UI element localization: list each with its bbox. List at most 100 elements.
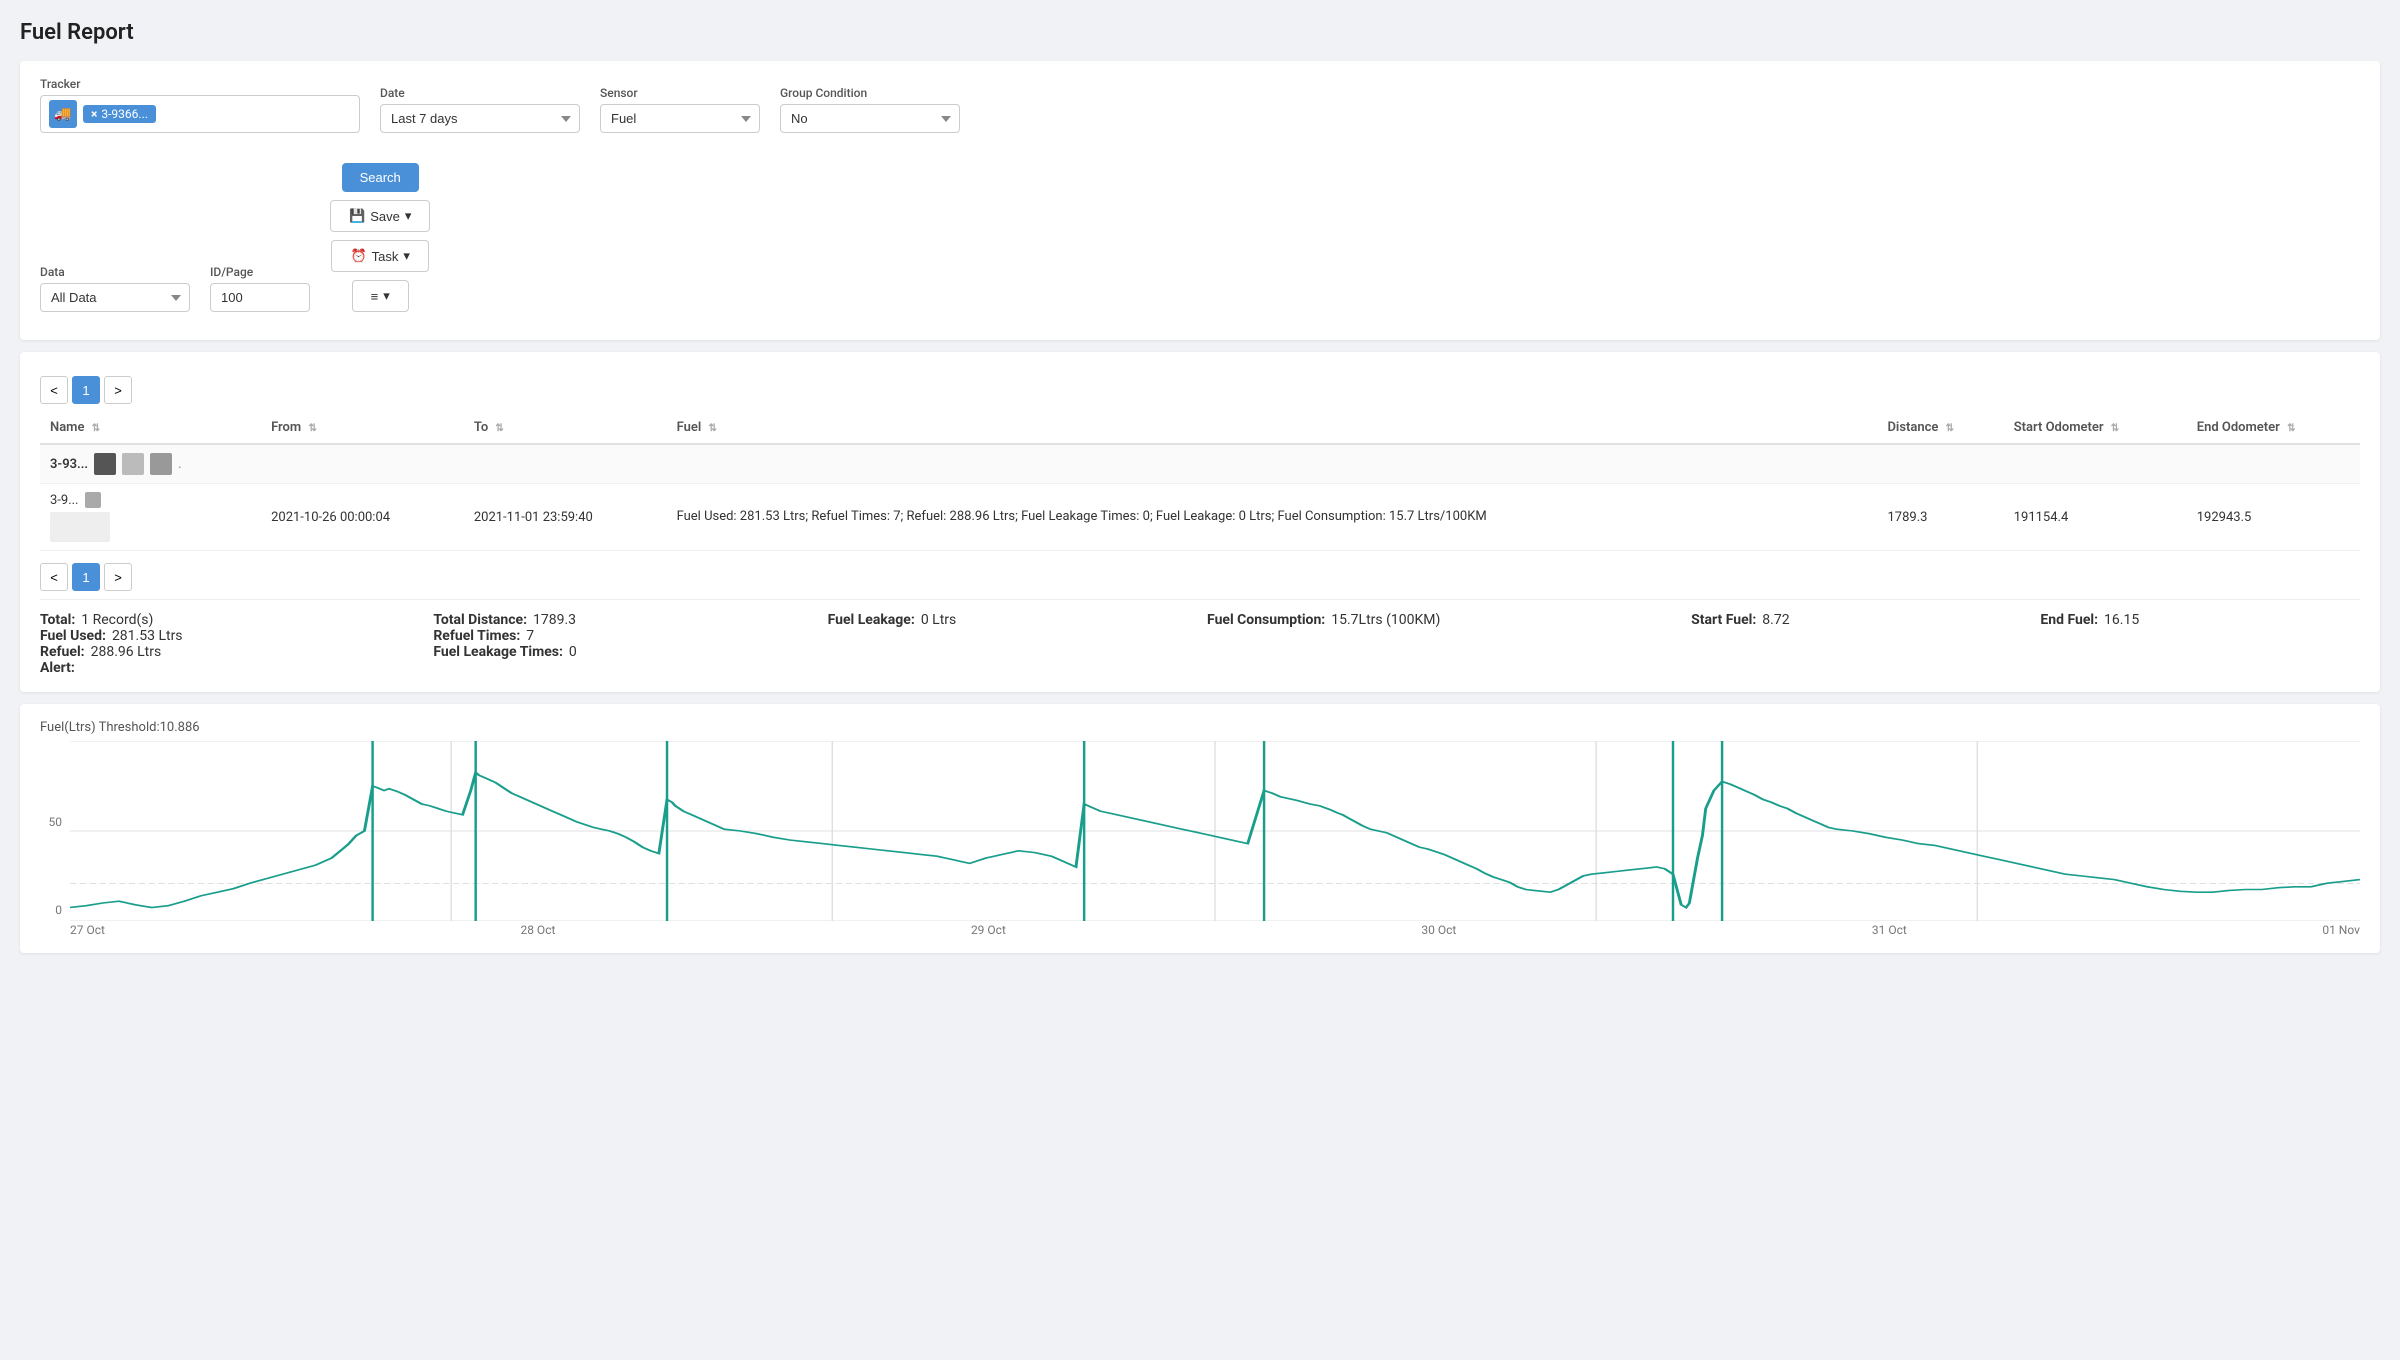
table-row: 3-9... 2021-10-26 00:00:04 2021-11-01 23…	[40, 484, 2360, 551]
page-1-btn-bottom[interactable]: 1	[72, 563, 100, 591]
summary-section: Total: 1 Record(s) Fuel Used: 281.53 Ltr…	[40, 599, 2360, 676]
save-icon: 💾	[349, 208, 365, 224]
fuel-chart-svg	[70, 741, 2360, 921]
data-filter-label: Data	[40, 265, 190, 279]
more-chevron: ▾	[383, 288, 390, 304]
y-label-0: 0	[55, 903, 62, 917]
end-fuel-row: End Fuel: 16.15	[2040, 612, 2360, 628]
refuel-value: 288.96 Ltrs	[91, 644, 162, 660]
date-label: Date	[380, 86, 580, 100]
summary-grid: Total: 1 Record(s) Fuel Used: 281.53 Ltr…	[40, 612, 2360, 676]
chart-wrapper: 50 0	[40, 741, 2360, 937]
next-page-btn[interactable]: >	[104, 376, 132, 404]
group-end-odo-cell	[2187, 444, 2360, 484]
fuel-leakage-times-label: Fuel Leakage Times:	[433, 644, 563, 660]
start-fuel-label: Start Fuel:	[1691, 612, 1756, 628]
search-button[interactable]: Search	[342, 163, 419, 192]
x-axis: 27 Oct 28 Oct 29 Oct 30 Oct 31 Oct 01 No…	[70, 921, 2360, 937]
start-fuel-row: Start Fuel: 8.72	[1691, 612, 2010, 628]
fuel-consumption-row: Fuel Consumption: 15.7Ltrs (100KM)	[1207, 612, 1661, 628]
col-to: To ⇅	[464, 412, 667, 444]
y-label-50: 50	[49, 815, 63, 829]
data-name-text: 3-9...	[50, 493, 79, 508]
data-start-odo-cell: 191154.4	[2004, 484, 2187, 551]
data-distance-cell: 1789.3	[1877, 484, 2003, 551]
id-page-input[interactable]: 100	[210, 283, 310, 312]
refuel-times-row: Refuel Times: 7	[433, 628, 797, 644]
alert-label: Alert:	[40, 660, 75, 676]
fuel-leakage-value: 0 Ltrs	[921, 612, 956, 628]
data-name-wrapper: 3-9...	[50, 492, 251, 542]
end-fuel-label: End Fuel:	[2040, 612, 2098, 628]
x-label-31oct: 31 Oct	[1872, 923, 1907, 937]
prev-page-btn[interactable]: <	[40, 376, 68, 404]
sort-icon-fuel[interactable]: ⇅	[708, 423, 716, 434]
col-fuel: Fuel ⇅	[667, 412, 1878, 444]
tracker-tag-close[interactable]: ×	[91, 107, 97, 121]
x-label-30oct: 30 Oct	[1421, 923, 1456, 937]
filters-card: Tracker 🚚 × 3-9366... Date Last 7 days T…	[20, 61, 2380, 340]
sort-icon-from[interactable]: ⇅	[308, 423, 316, 434]
table-header: Name ⇅ From ⇅ To ⇅ Fuel ⇅ Distance ⇅	[40, 412, 2360, 444]
sensor-label: Sensor	[600, 86, 760, 100]
tracker-tag[interactable]: × 3-9366...	[83, 105, 156, 123]
fuel-leakage-times-value: 0	[569, 644, 577, 660]
col-end-odo: End Odometer ⇅	[2187, 412, 2360, 444]
more-button[interactable]: ≡ ▾	[352, 280, 409, 312]
group-condition-select[interactable]: No Yes	[780, 104, 960, 133]
date-group: Date Last 7 days Today Yesterday Last 30…	[380, 86, 580, 133]
total-distance-value: 1789.3	[533, 612, 576, 628]
refuel-times-label: Refuel Times:	[433, 628, 520, 644]
refuel-times-value: 7	[526, 628, 534, 644]
id-page-label: ID/Page	[210, 265, 310, 279]
prev-page-btn-bottom[interactable]: <	[40, 563, 68, 591]
x-label-01nov: 01 Nov	[2322, 923, 2360, 937]
refuel-row: Refuel: 288.96 Ltrs	[40, 644, 403, 660]
tracker-group: Tracker 🚚 × 3-9366...	[40, 77, 360, 133]
group-from-cell	[261, 444, 464, 484]
fuel-consumption-value: 15.7Ltrs (100KM)	[1331, 612, 1440, 628]
fuel-used-value: 281.53 Ltrs	[112, 628, 183, 644]
next-page-btn-bottom[interactable]: >	[104, 563, 132, 591]
fuel-used-row: Fuel Used: 281.53 Ltrs	[40, 628, 403, 644]
task-chevron: ▾	[403, 248, 410, 264]
summary-col-2: Total Distance: 1789.3 Refuel Times: 7 F…	[433, 612, 827, 660]
table-row: 3-93... .	[40, 444, 2360, 484]
total-row: Total: 1 Record(s)	[40, 612, 403, 628]
data-filter-select[interactable]: All Data Summary Detail	[40, 283, 190, 312]
group-icon-2	[122, 453, 144, 475]
task-button[interactable]: ⏰ Task ▾	[331, 240, 428, 272]
summary-col-6: End Fuel: 16.15	[2040, 612, 2360, 628]
sort-icon-to[interactable]: ⇅	[495, 423, 503, 434]
fuel-leakage-row: Fuel Leakage: 0 Ltrs	[828, 612, 1177, 628]
sensor-select[interactable]: Fuel Temperature Speed	[600, 104, 760, 133]
fuel-used-label: Fuel Used:	[40, 628, 106, 644]
chart-section: Fuel(Ltrs) Threshold:10.886 50 0	[20, 704, 2380, 953]
total-label: Total:	[40, 612, 75, 628]
total-distance-label: Total Distance:	[433, 612, 527, 628]
data-fuel-cell: Fuel Used: 281.53 Ltrs; Refuel Times: 7;…	[667, 484, 1878, 551]
save-button[interactable]: 💾 Save ▾	[330, 200, 430, 232]
pagination-bottom: < 1 >	[40, 563, 2360, 591]
data-table: Name ⇅ From ⇅ To ⇅ Fuel ⇅ Distance ⇅	[40, 412, 2360, 551]
end-fuel-value: 16.15	[2104, 612, 2139, 628]
start-fuel-value: 8.72	[1762, 612, 1789, 628]
page-1-btn[interactable]: 1	[72, 376, 100, 404]
id-page-group: ID/Page 100	[210, 265, 310, 312]
col-from: From ⇅	[261, 412, 464, 444]
col-distance: Distance ⇅	[1877, 412, 2003, 444]
name-icons: 3-93... .	[50, 453, 251, 475]
data-icon-1	[85, 492, 101, 508]
save-chevron: ▾	[405, 208, 412, 224]
sort-icon-start-odo[interactable]: ⇅	[2111, 423, 2119, 434]
sort-icon-distance[interactable]: ⇅	[1946, 423, 1954, 434]
sort-icon-name[interactable]: ⇅	[92, 423, 100, 434]
date-select[interactable]: Last 7 days Today Yesterday Last 30 days…	[380, 104, 580, 133]
group-distance-cell	[1877, 444, 2003, 484]
tracker-input-wrapper[interactable]: 🚚 × 3-9366...	[40, 95, 360, 133]
data-filter-group: Data All Data Summary Detail	[40, 265, 190, 312]
col-start-odo: Start Odometer ⇅	[2004, 412, 2187, 444]
sort-icon-end-odo[interactable]: ⇅	[2287, 423, 2295, 434]
filter-row-1: Tracker 🚚 × 3-9366... Date Last 7 days T…	[40, 77, 2360, 133]
group-name-text: 3-93...	[50, 457, 88, 472]
